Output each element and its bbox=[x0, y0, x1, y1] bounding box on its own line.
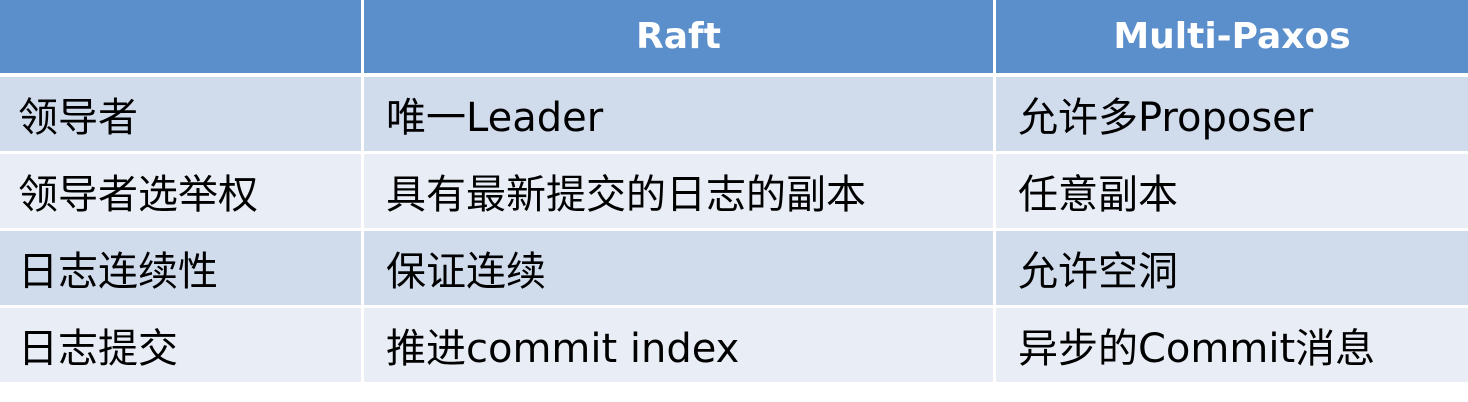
multi-paxos-cell: 允许空洞 bbox=[996, 231, 1468, 308]
raft-cell: 唯一Leader bbox=[364, 77, 996, 154]
table-row: 领导者选举权 具有最新提交的日志的副本 任意副本 bbox=[0, 154, 1468, 231]
table-row: 领导者 唯一Leader 允许多Proposer bbox=[0, 77, 1468, 154]
raft-vs-multipaxos-table: Raft Multi-Paxos 领导者 唯一Leader 允许多Propose… bbox=[0, 0, 1468, 382]
row-label-cell: 日志连续性 bbox=[0, 231, 364, 308]
header-cell-multi-paxos: Multi-Paxos bbox=[996, 0, 1468, 77]
table-header-row: Raft Multi-Paxos bbox=[0, 0, 1468, 77]
comparison-table-container: Raft Multi-Paxos 领导者 唯一Leader 允许多Propose… bbox=[0, 0, 1468, 402]
raft-cell: 推进commit index bbox=[364, 308, 996, 382]
row-label-cell: 日志提交 bbox=[0, 308, 364, 382]
header-cell-raft: Raft bbox=[364, 0, 996, 77]
multi-paxos-cell: 任意副本 bbox=[996, 154, 1468, 231]
row-label-cell: 领导者 bbox=[0, 77, 364, 154]
table-row: 日志提交 推进commit index 异步的Commit消息 bbox=[0, 308, 1468, 382]
multi-paxos-cell: 异步的Commit消息 bbox=[996, 308, 1468, 382]
raft-cell: 保证连续 bbox=[364, 231, 996, 308]
table-row: 日志连续性 保证连续 允许空洞 bbox=[0, 231, 1468, 308]
bottom-margin bbox=[0, 388, 1468, 402]
header-cell-feature bbox=[0, 0, 364, 77]
multi-paxos-cell: 允许多Proposer bbox=[996, 77, 1468, 154]
raft-cell: 具有最新提交的日志的副本 bbox=[364, 154, 996, 231]
row-label-cell: 领导者选举权 bbox=[0, 154, 364, 231]
